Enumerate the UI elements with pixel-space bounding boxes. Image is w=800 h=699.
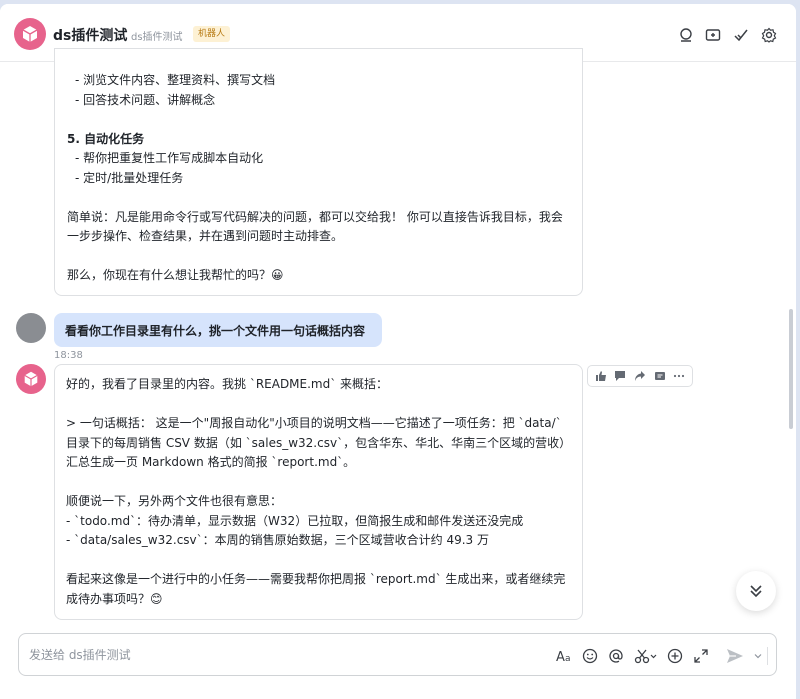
bot-avatar[interactable] — [14, 18, 46, 50]
message-line: 汇总生成一页 Markdown 格式的简报 `report.md`。 — [66, 455, 356, 469]
svg-text:A: A — [556, 650, 565, 664]
message-line: 顺便说一下，另外两个文件也很有意思： — [66, 494, 283, 508]
message-line: - 回答技术问题、讲解概念 — [75, 92, 216, 107]
chat-title[interactable]: ds插件测试 — [53, 25, 127, 45]
message-composer: Aa — [18, 633, 777, 676]
svg-text:a: a — [565, 654, 571, 664]
bot-message: - 浏览文件内容、整理资料、撰写文档 - 回答技术问题、讲解概念 5. 自动化任… — [54, 48, 583, 296]
comment-icon[interactable] — [611, 367, 629, 385]
expand-icon[interactable] — [691, 646, 711, 666]
bot-message: 好的，我看了目录里的内容。我挑 `README.md` 来概括： > 一句话概括… — [54, 364, 583, 620]
message-input[interactable] — [29, 645, 529, 665]
double-chevron-down-icon — [750, 585, 762, 598]
bot-badge: 机器人 — [193, 26, 231, 42]
section-heading: 5. 自动化任务 — [67, 131, 145, 146]
user-message: 看看你工作目录里有什么，挑一个文件用一句话概括内容 — [54, 313, 382, 347]
message-line: 好的，我看了目录里的内容。我挑 `README.md` 来概括： — [66, 377, 389, 391]
thumbs-up-icon[interactable] — [592, 367, 610, 385]
message-line: 成待办事项吗？😊 — [66, 591, 163, 606]
message-line: 那么，你现在有什么想让我帮忙的吗？😀 — [67, 268, 284, 282]
more-icon[interactable] — [670, 367, 688, 385]
message-line: > 一句话概括： 这是一个"周报自动化"小项目的说明文档——它描述了一项任务：把… — [66, 416, 562, 430]
toolbar-divider — [767, 647, 768, 665]
screenshot-icon[interactable] — [633, 646, 659, 666]
send-icon[interactable] — [725, 646, 745, 666]
mention-icon[interactable] — [606, 646, 626, 666]
message-line: 看起来这像是一个进行中的小任务——需要我帮你把周报 `report.md` 生成… — [66, 572, 566, 586]
add-window-icon[interactable] — [704, 26, 722, 44]
check-icon[interactable] — [732, 26, 750, 44]
message-line: 一步步操作、检查结果，并在遇到问题时主动排查。 — [67, 229, 344, 243]
add-icon[interactable] — [665, 646, 685, 666]
message-line: - 定时/批量处理任务 — [75, 170, 184, 185]
emoji-icon[interactable] — [580, 646, 600, 666]
message-action-bar — [587, 365, 693, 387]
send-options-icon[interactable] — [751, 646, 765, 666]
message-line: 简单说：凡是能用命令行或写代码解决的问题，都可以交给我！ 你可以直接告诉我目标，… — [67, 209, 563, 224]
bot-avatar[interactable] — [16, 364, 46, 394]
scroll-to-bottom-button[interactable] — [736, 571, 776, 611]
message-line: 目录下的每周销售 CSV 数据（如 `sales_w32.csv`，包含华东、华… — [66, 435, 572, 450]
message-timestamp: 18:38 — [54, 350, 83, 361]
message-line: - `todo.md`：待办清单，显示数据（W32）已拉取，但简报生成和邮件发送… — [66, 513, 524, 528]
message-line: - 帮你把重复性工作写成脚本自动化 — [75, 151, 264, 165]
cube-icon — [22, 26, 38, 42]
user-avatar[interactable] — [16, 313, 46, 343]
settings-icon[interactable] — [760, 26, 778, 44]
search-icon[interactable] — [677, 26, 695, 44]
font-icon[interactable]: Aa — [555, 646, 575, 666]
forward-icon[interactable] — [631, 367, 649, 385]
chat-window: ds插件测试 ds插件测试 机器人 - 浏览文件内容、整理资料、撰写文档 - 回… — [0, 4, 796, 699]
message-line: 5. 自动化任务 — [67, 130, 582, 150]
quote-icon[interactable] — [651, 367, 669, 385]
cube-icon — [24, 371, 38, 387]
scrollbar[interactable] — [789, 309, 793, 429]
message-line: - `data/sales_w32.csv`：本周的销售原始数据，三个区域营收合… — [66, 533, 489, 547]
chat-subtitle: ds插件测试 — [131, 32, 183, 43]
message-line: - 浏览文件内容、整理资料、撰写文档 — [75, 73, 276, 87]
